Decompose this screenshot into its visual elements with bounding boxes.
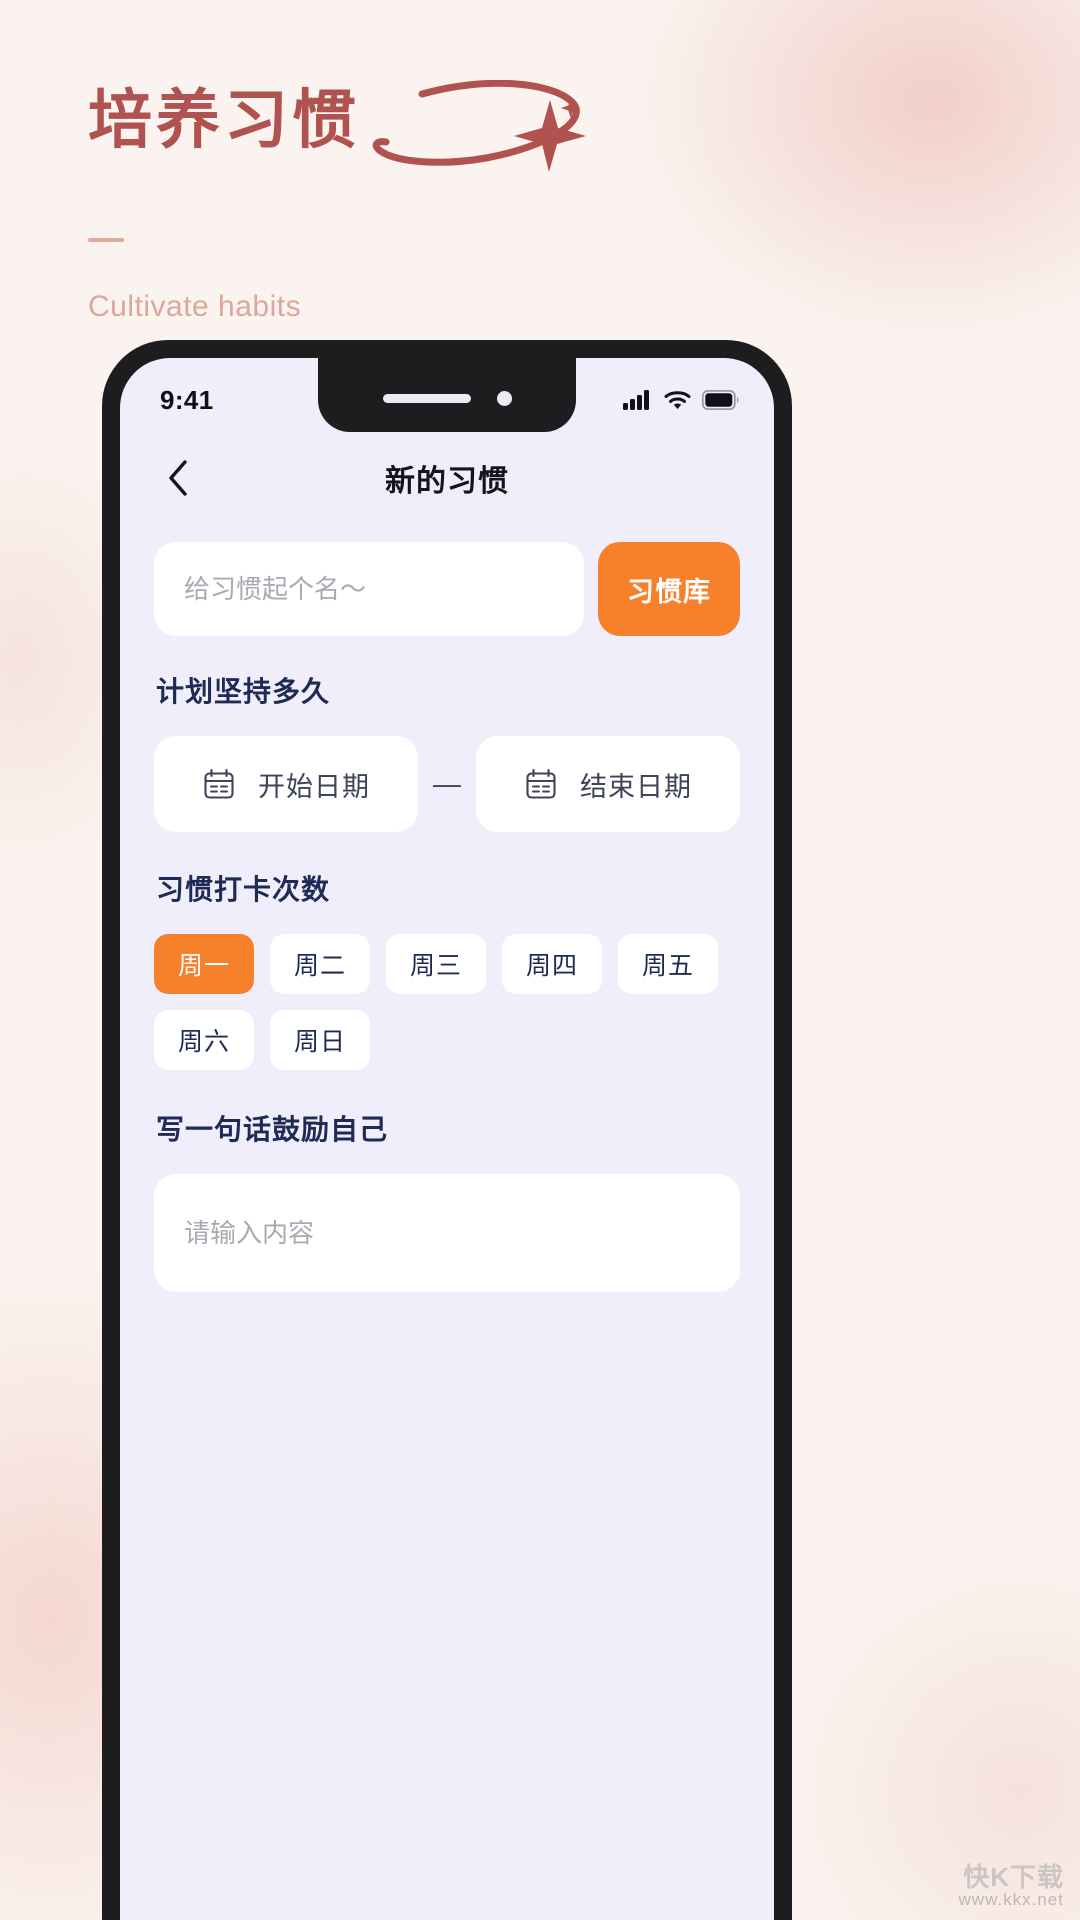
app-content: 习惯库 计划坚持多久 开始日期 — (120, 524, 774, 1292)
calendar-icon (526, 768, 556, 799)
wifi-icon (664, 391, 691, 409)
end-date-picker[interactable]: 结束日期 (476, 736, 740, 832)
status-icons (623, 390, 740, 410)
promo-page: 培养习惯 Cultivate habits 9:41 新的习惯 给习惯起个名～ … (0, 0, 1080, 1920)
watermark: 快K下载 www.kkx.net (959, 1863, 1064, 1910)
weekday-chip[interactable]: 周五 (618, 934, 718, 994)
habit-name-input[interactable] (154, 542, 584, 636)
date-range-separator: — (433, 768, 461, 799)
weekday-chip[interactable]: 周三 (386, 934, 486, 994)
battery-icon (702, 390, 739, 410)
calendar-icon (204, 768, 234, 799)
weekday-chip[interactable]: 周二 (270, 934, 370, 994)
chevron-left-icon (169, 460, 187, 496)
encourage-section-label: 写一句话鼓励自己 (156, 1114, 389, 1145)
page-title: 新的习惯 (385, 465, 509, 498)
promo-subtitle: Cultivate habits (88, 290, 302, 323)
date-range-row: 开始日期 — 结束日期 (154, 736, 740, 832)
weekday-chip[interactable]: 周六 (154, 1010, 254, 1070)
encourage-input[interactable] (154, 1174, 740, 1292)
phone-screen: 9:41 新的习惯 给习惯起个名～ 习惯库 计划坚持多久 开始日期 — 结束日期… (120, 358, 774, 1920)
weekday-chip-group: 周一 周二 周三 周四 周五周六 周日 (154, 934, 740, 1070)
swoosh-star-decoration (372, 80, 586, 172)
weekday-chip[interactable]: 周四 (502, 934, 602, 994)
title-divider (88, 238, 124, 242)
phone-mockup: 9:41 新的习惯 给习惯起个名～ 习惯库 计划坚持多久 开始日期 — 结束日期… (102, 340, 792, 1920)
back-button[interactable] (156, 456, 200, 500)
app-header: 新的习惯 (120, 432, 774, 524)
watermark-logo: 快K下载 (963, 1861, 1064, 1892)
promo-headline: 培养习惯 (88, 80, 728, 188)
end-date-label: 结束日期 (580, 771, 692, 802)
duration-section-label: 计划坚持多久 (156, 676, 331, 707)
status-time: 9:41 (160, 384, 214, 415)
weekday-chip[interactable]: 周一 (154, 934, 254, 994)
watermark-url: www.kkx.net (958, 1890, 1064, 1910)
weekday-chip[interactable]: 周日 (270, 1010, 370, 1070)
habit-library-button[interactable]: 习惯库 (598, 542, 740, 636)
signal-icon (623, 390, 649, 410)
frequency-section-label: 习惯打卡次数 (156, 874, 331, 905)
start-date-picker[interactable]: 开始日期 (154, 736, 418, 832)
status-bar: 9:41 (120, 358, 774, 432)
habit-name-row: 习惯库 (154, 542, 740, 636)
start-date-label: 开始日期 (258, 771, 370, 802)
